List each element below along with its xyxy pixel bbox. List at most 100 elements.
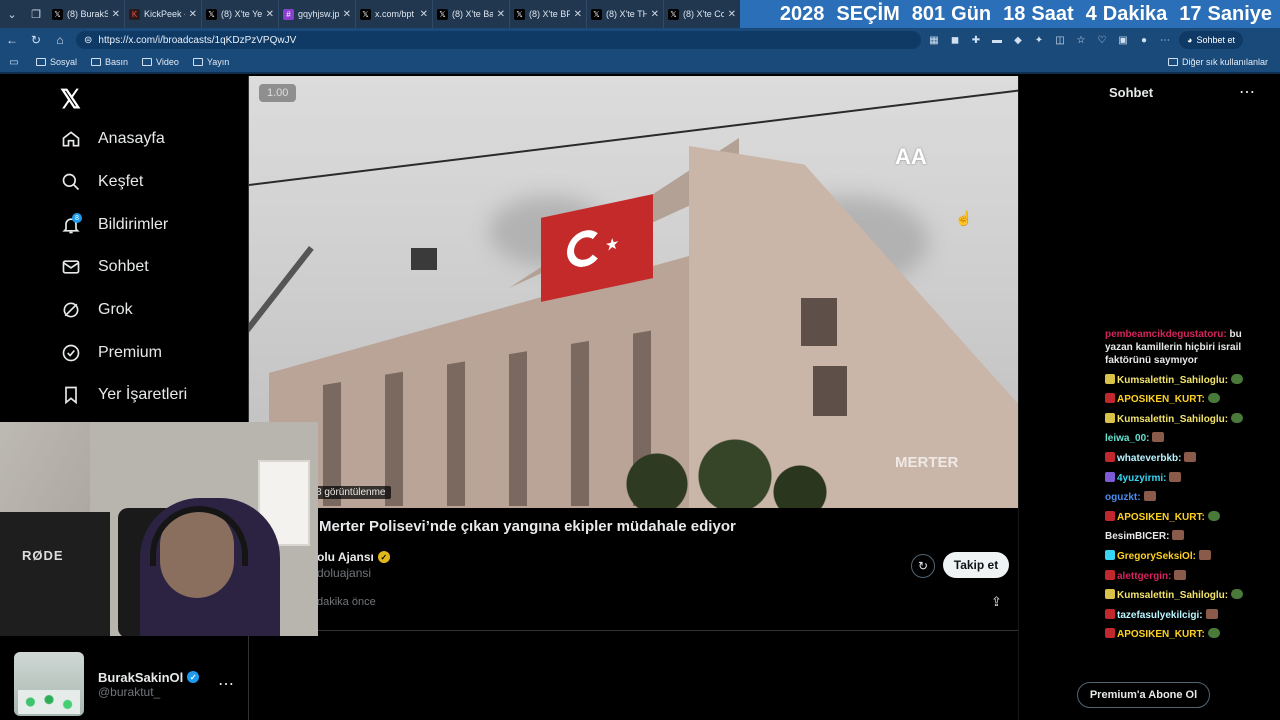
reload-icon[interactable]: ↻ bbox=[24, 28, 48, 52]
avatar bbox=[14, 652, 84, 716]
face-emote-icon bbox=[1172, 530, 1185, 541]
user-badge-icon bbox=[1105, 549, 1115, 560]
bookmark-folder-sosyal[interactable]: Sosyal bbox=[36, 57, 77, 67]
browser-tab[interactable]: 𝕏 (8) X'te Co ✕ bbox=[664, 0, 741, 28]
extensions-puzzle-icon[interactable]: ✦ bbox=[1031, 32, 1047, 48]
browser-tab[interactable]: 𝕏 (8) X'te Ye ✕ bbox=[202, 0, 279, 28]
bookmark-folder-yayin[interactable]: Yayın bbox=[192, 57, 229, 67]
share-icon[interactable]: ⇪ bbox=[991, 594, 1002, 610]
tab-close-icon[interactable]: ✕ bbox=[574, 9, 582, 20]
browser-tab[interactable]: 𝕏 (8) X'te Ba ✕ bbox=[433, 0, 510, 28]
chat-username[interactable]: Kumsalettin_Sahiloglu: bbox=[1117, 414, 1228, 425]
extension-icon-3[interactable]: ✚ bbox=[968, 32, 984, 48]
chat-username[interactable]: tazefasulyekilcigi: bbox=[1117, 610, 1203, 621]
tab-close-icon[interactable]: ✕ bbox=[420, 9, 428, 20]
chat-username[interactable]: oguzkt: bbox=[1105, 492, 1141, 503]
browser-tab[interactable]: 𝕏x.com/bpt ✕ bbox=[356, 0, 433, 28]
browser-tab[interactable]: # gqyhjsw.jp ✕ bbox=[279, 0, 356, 28]
bookmark-folder-video[interactable]: Video bbox=[142, 57, 179, 67]
copilot-button[interactable]: ◕ Sohbet et bbox=[1179, 31, 1243, 49]
tab-close-icon[interactable]: ✕ bbox=[728, 9, 736, 20]
follow-button[interactable]: Takip et bbox=[943, 552, 1009, 578]
tab-close-icon[interactable]: ✕ bbox=[497, 9, 505, 20]
chat-message: APOSIKEN_KURT: bbox=[1105, 510, 1255, 524]
chat-username[interactable]: GregorySeksiOl: bbox=[1117, 551, 1196, 562]
browser-tab[interactable]: K KickPeek - ✕ bbox=[125, 0, 202, 28]
tab-actions-chevron-icon[interactable]: ⌄ bbox=[0, 0, 24, 28]
premium-subscribe-button[interactable]: Premium'a Abone Ol bbox=[1077, 682, 1210, 708]
pepe-emote-icon bbox=[1207, 628, 1220, 639]
tab-close-icon[interactable]: ✕ bbox=[343, 9, 351, 20]
profile-handle: @buraktut_ bbox=[98, 684, 161, 699]
chat-message: BesimBICER: bbox=[1105, 530, 1255, 543]
x-icon: 𝕏 bbox=[591, 8, 602, 20]
browser-tab[interactable]: 𝕏 (8) X'te BP ✕ bbox=[510, 0, 587, 28]
x-icon: 𝕏 bbox=[52, 8, 63, 20]
tab-close-icon[interactable]: ✕ bbox=[651, 9, 659, 20]
split-screen-icon[interactable]: ◫ bbox=[1052, 32, 1068, 48]
nav-item-anasayfa[interactable]: Anasayfa bbox=[60, 128, 165, 150]
url-text: https://x.com/i/broadcasts/1qKDzPzVPQwJV bbox=[98, 34, 297, 46]
countdown-minutes-label: Dakika bbox=[1102, 2, 1168, 25]
tab-title: gqyhjsw.jp bbox=[298, 9, 339, 19]
broadcast-video-player[interactable]: ★ AA MERTER 1.00 ☝ bbox=[249, 76, 1018, 508]
back-icon[interactable]: ← bbox=[0, 28, 24, 52]
tab-close-icon[interactable]: ✕ bbox=[266, 9, 274, 20]
nav-label: Premium bbox=[98, 344, 163, 361]
chat-username[interactable]: whateverbkb: bbox=[1117, 453, 1181, 464]
chat-username[interactable]: APOSIKEN_KURT: bbox=[1117, 512, 1205, 523]
browser-tab[interactable]: 𝕏 (8) BurakSa ✕ bbox=[48, 0, 125, 28]
chat-username[interactable]: Kumsalettin_Sahiloglu: bbox=[1117, 375, 1228, 386]
mic-brand: RØDE bbox=[22, 548, 64, 563]
profile-avatar-icon[interactable]: ● bbox=[1136, 32, 1152, 48]
nav-item-sohbet[interactable]: Sohbet bbox=[60, 256, 149, 278]
x-icon: 𝕏 bbox=[514, 8, 525, 20]
browser-tab[interactable]: 𝕏 (8) X'te TH ✕ bbox=[587, 0, 664, 28]
other-bookmarks[interactable]: Diğer sık kullanılanlar bbox=[1167, 57, 1268, 67]
more-menu-icon[interactable]: ⋯ bbox=[1157, 32, 1173, 48]
collections-icon[interactable]: ▣ bbox=[1115, 32, 1131, 48]
tab-close-icon[interactable]: ✕ bbox=[189, 9, 197, 20]
bookmark-folder-basin[interactable]: Basın bbox=[91, 57, 128, 67]
tab-close-icon[interactable]: ✕ bbox=[112, 9, 120, 20]
countdown-hours-label: Saat bbox=[1031, 2, 1074, 25]
url-field[interactable]: ⊜ https://x.com/i/broadcasts/1qKDzPzVPQw… bbox=[76, 31, 921, 49]
favorites-icon[interactable]: ☆ bbox=[1073, 32, 1089, 48]
account-switcher[interactable]: BurakSakinOl ✓ @buraktut_ ⋯ bbox=[14, 652, 234, 716]
countdown-seconds: 17 bbox=[1179, 2, 1202, 25]
chat-title: Sohbet bbox=[1109, 85, 1154, 100]
pepe-emote-icon bbox=[1231, 412, 1244, 423]
chat-username[interactable]: pembeamcikdegustatoru: bbox=[1105, 329, 1227, 340]
site-info-icon[interactable]: ⊜ bbox=[84, 35, 92, 46]
nav-item-yer-isaretleri[interactable]: Yer İşaretleri bbox=[60, 384, 187, 406]
account-more-icon[interactable]: ⋯ bbox=[218, 674, 234, 694]
chat-username[interactable]: APOSIKEN_KURT: bbox=[1117, 394, 1205, 405]
broadcast-time: dakika önce bbox=[317, 596, 376, 608]
chat-username[interactable]: 4yuzyirmi: bbox=[1117, 473, 1166, 484]
chat-username[interactable]: alettgergin: bbox=[1117, 571, 1171, 582]
extension-icon-1[interactable]: ▦ bbox=[926, 32, 942, 48]
browser-essentials-icon[interactable]: ♡ bbox=[1094, 32, 1110, 48]
bookmarks-toggle-icon[interactable]: ▭ bbox=[6, 54, 22, 70]
chat-username[interactable]: Kumsalettin_Sahiloglu: bbox=[1117, 590, 1228, 601]
extension-icon-4[interactable]: ▬ bbox=[989, 32, 1005, 48]
broadcaster-name-row[interactable]: olu Ajansı ✓ bbox=[317, 550, 390, 564]
nav-item-kesfet[interactable]: Keşfet bbox=[60, 171, 143, 193]
chat-more-icon[interactable]: ⋯ bbox=[1239, 82, 1255, 102]
chat-username[interactable]: APOSIKEN_KURT: bbox=[1117, 629, 1205, 640]
countdown-days-label: Gün bbox=[951, 2, 992, 25]
broadcast-main: ★ AA MERTER 1.00 ☝ 8 görüntülenme Merter… bbox=[249, 76, 1018, 720]
user-badge-icon bbox=[1105, 628, 1115, 639]
workspaces-icon[interactable]: ❐ bbox=[24, 0, 48, 28]
chat-username[interactable]: BesimBICER: bbox=[1105, 531, 1169, 542]
playback-speed-button[interactable]: 1.00 bbox=[259, 84, 297, 102]
nav-item-premium[interactable]: Premium bbox=[60, 342, 162, 364]
repost-icon[interactable]: ↻ bbox=[911, 554, 935, 578]
x-logo-icon[interactable]: 𝕏 bbox=[60, 84, 84, 114]
home-browser-icon[interactable]: ⌂ bbox=[48, 28, 72, 52]
extension-icon-2[interactable]: ◼ bbox=[947, 32, 963, 48]
nav-item-grok[interactable]: Grok bbox=[60, 299, 133, 321]
nav-label: Grok bbox=[98, 301, 133, 318]
extension-icon-5[interactable]: ◆ bbox=[1010, 32, 1026, 48]
chat-username[interactable]: leiwa_00: bbox=[1105, 433, 1149, 444]
